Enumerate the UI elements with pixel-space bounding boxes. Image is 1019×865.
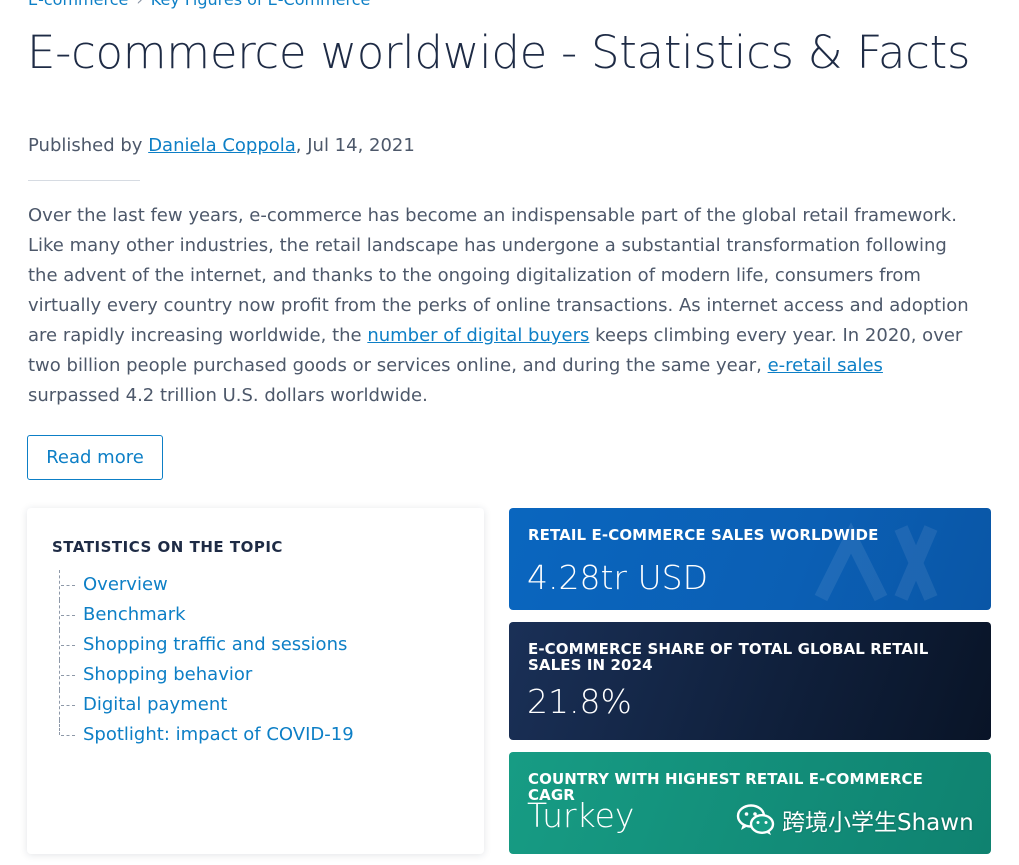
breadcrumb: E-commerce › Key Figures of E-Commerce: [28, 0, 371, 9]
stat-card-share[interactable]: E-COMMERCE SHARE OF TOTAL GLOBAL RETAIL …: [509, 622, 991, 740]
read-more-button[interactable]: Read more: [27, 435, 163, 480]
e-retail-sales-link[interactable]: e-retail sales: [768, 355, 883, 376]
topic-link-overview[interactable]: Overview: [59, 570, 354, 600]
stat-card-sales[interactable]: RETAIL E-COMMERCE SALES WORLDWIDE 4.28tr…: [509, 508, 991, 610]
topic-link-covid-spotlight[interactable]: Spotlight: impact of COVID-19: [59, 720, 354, 750]
watermark-text: 跨境小学生Shawn: [782, 810, 974, 836]
topics-list: Overview Benchmark Shopping traffic and …: [59, 570, 354, 750]
wechat-icon: [736, 804, 775, 835]
publish-date: , Jul 14, 2021: [295, 135, 415, 156]
author-link[interactable]: Daniela Coppola: [148, 135, 296, 156]
breadcrumb-separator: ›: [136, 0, 142, 9]
byline: Published by Daniela Coppola, Jul 14, 20…: [28, 135, 415, 156]
intro-text-3: surpassed 4.2 trillion U.S. dollars worl…: [28, 385, 428, 406]
page-title: E-commerce worldwide - Statistics & Fact…: [27, 26, 971, 79]
watermark: 跨境小学生Shawn: [736, 803, 974, 837]
statistics-page: E-commerce › Key Figures of E-Commerce E-c…: [0, 0, 1019, 865]
digital-buyers-link[interactable]: number of digital buyers: [367, 325, 589, 346]
breadcrumb-item-ecommerce[interactable]: E-commerce: [28, 0, 128, 9]
intro-paragraph: Over the last few years, e-commerce has …: [28, 201, 978, 411]
topics-heading: STATISTICS ON THE TOPIC: [52, 538, 283, 556]
stat-label: E-COMMERCE SHARE OF TOTAL GLOBAL RETAIL …: [528, 640, 929, 674]
stat-label: RETAIL E-COMMERCE SALES WORLDWIDE: [528, 526, 879, 544]
byline-prefix: Published by: [28, 135, 149, 156]
breadcrumb-item-key-figures[interactable]: Key Figures of E-Commerce: [151, 0, 371, 9]
stat-value: 4.28tr USD: [527, 558, 708, 597]
divider: [28, 180, 140, 181]
topic-link-shopping-traffic[interactable]: Shopping traffic and sessions: [59, 630, 354, 660]
topic-link-shopping-behavior[interactable]: Shopping behavior: [59, 660, 354, 690]
topic-link-benchmark[interactable]: Benchmark: [59, 600, 354, 630]
topic-link-digital-payment[interactable]: Digital payment: [59, 690, 354, 720]
stat-value: Turkey: [527, 796, 635, 835]
stat-value: 21.8%: [527, 682, 632, 721]
topics-card: STATISTICS ON THE TOPIC Overview Benchma…: [27, 508, 484, 854]
